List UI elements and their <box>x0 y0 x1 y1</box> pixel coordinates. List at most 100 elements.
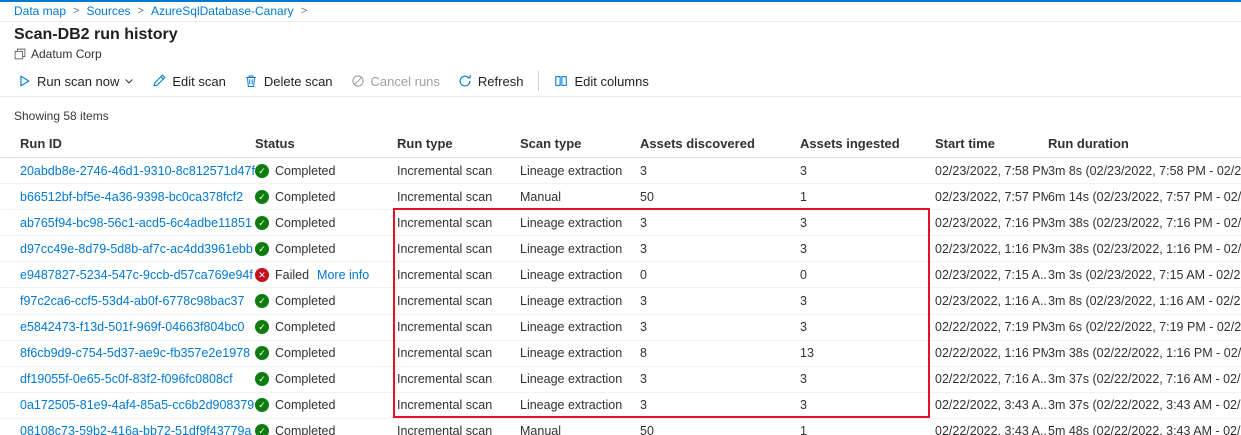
status-success-icon: ✓ <box>255 346 269 360</box>
column-header[interactable]: Run type <box>397 136 520 151</box>
run-id-link[interactable]: df19055f-0e65-5c0f-83f2-f096fc0808cf <box>20 372 233 386</box>
status-label: Completed <box>275 346 335 360</box>
run-id-link[interactable]: 20abdb8e-2746-46d1-9310-8c812571d47f <box>20 164 255 178</box>
status-success-icon: ✓ <box>255 372 269 386</box>
run-id-link[interactable]: e5842473-f13d-501f-969f-04663f804bc0 <box>20 320 245 334</box>
status-success-icon: ✓ <box>255 190 269 204</box>
assets-ingested-cell: 3 <box>800 320 935 334</box>
assets-discovered-cell: 0 <box>640 268 800 282</box>
run-scan-now-button[interactable]: Run scan now <box>8 70 143 92</box>
status-cell: ✕ Failed More info <box>255 268 397 282</box>
assets-discovered-cell: 50 <box>640 424 800 435</box>
run-id-link[interactable]: ab765f94-bc98-56c1-acd5-6c4adbe11851 <box>20 216 252 230</box>
run-duration-cell: 3m 37s (02/22/2022, 3:43 AM - 02/22/2022 <box>1048 398 1241 412</box>
column-header[interactable]: Start time <box>935 136 1048 151</box>
status-label: Completed <box>275 216 335 230</box>
column-header[interactable]: Run ID <box>20 136 255 151</box>
table-row: 0a172505-81e9-4af4-85a5-cc6b2d908379✓Com… <box>0 393 1241 419</box>
toolbar-button-label: Delete scan <box>264 74 333 89</box>
run-id-link[interactable]: f97c2ca6-ccf5-53d4-ab0f-6778c98bac37 <box>20 294 244 308</box>
run-id-link[interactable]: b66512bf-bf5e-4a36-9398-bc0ca378fcf2 <box>20 190 243 204</box>
toolbar-button-label: Cancel runs <box>371 74 440 89</box>
toolbar-button-label: Edit scan <box>172 74 225 89</box>
run-type-cell: Incremental scan <box>397 372 520 386</box>
scan-type-cell: Lineage extraction <box>520 216 640 230</box>
status-cell: ✓ Completed <box>255 346 397 360</box>
table-row: 20abdb8e-2746-46d1-9310-8c812571d47f✓Com… <box>0 158 1241 184</box>
chevron-right-icon: > <box>138 5 144 17</box>
column-header[interactable]: Assets ingested <box>800 136 935 151</box>
start-time-cell: 02/23/2022, 1:16 A... <box>935 294 1048 308</box>
edit-scan-button[interactable]: Edit scan <box>143 70 234 92</box>
run-id-cell: 8f6cb9d9-c754-5d37-ae9c-fb357e2e1978 <box>20 346 255 360</box>
refresh-icon <box>458 74 472 88</box>
run-id-cell: e9487827-5234-547c-9ccb-d57ca769e94f <box>20 268 255 282</box>
assets-ingested-cell: 3 <box>800 216 935 230</box>
status-cell: ✓Completed <box>255 424 397 435</box>
edit-columns-button[interactable]: Edit columns <box>545 70 657 92</box>
assets-discovered-cell: 3 <box>640 372 800 386</box>
status-cell: ✓Completed <box>255 164 397 178</box>
scan-type-cell: Lineage extraction <box>520 294 640 308</box>
toolbar-button-label: Edit columns <box>574 74 648 89</box>
assets-ingested-cell: 3 <box>800 242 935 256</box>
run-type-cell: Incremental scan <box>397 190 520 204</box>
status-success-icon: ✓ <box>255 242 269 256</box>
toolbar-button-label: Run scan now <box>37 74 119 89</box>
start-time-cell: 02/23/2022, 7:16 PM <box>935 216 1048 230</box>
status-label: Completed <box>275 164 335 178</box>
chevron-down-icon <box>124 76 134 86</box>
column-header[interactable]: Scan type <box>520 136 640 151</box>
start-time-cell: 02/22/2022, 3:43 A... <box>935 398 1048 412</box>
table-header: Run IDStatusRun typeScan typeAssets disc… <box>0 131 1241 158</box>
collection-row: Adatum Corp <box>14 47 1227 61</box>
table-row: df19055f-0e65-5c0f-83f2-f096fc0808cf ✓ Com… <box>0 367 1241 393</box>
run-id-link[interactable]: 8f6cb9d9-c754-5d37-ae9c-fb357e2e1978 <box>20 346 250 360</box>
status-label: Completed <box>275 320 335 334</box>
run-id-cell: 08108c73-59b2-416a-bb72-51df9f43779a <box>20 424 255 435</box>
status-label: Completed <box>275 372 335 386</box>
table-row: b66512bf-bf5e-4a36-9398-bc0ca378fcf2 ✓ Com… <box>0 184 1241 210</box>
run-id-cell: d97cc49e-8d79-5d8b-af7c-ac4dd3961ebb <box>20 242 255 256</box>
table-row: e9487827-5234-547c-9ccb-d57ca769e94f✕ Fai… <box>0 262 1241 288</box>
column-header[interactable]: Status <box>255 136 397 151</box>
more-info-link[interactable]: More info <box>317 268 369 282</box>
delete-scan-button[interactable]: Delete scan <box>235 70 342 92</box>
page-title: Scan-DB2 run history <box>14 26 1227 44</box>
run-id-link[interactable]: e9487827-5234-547c-9ccb-d57ca769e94f <box>20 268 253 282</box>
run-id-link[interactable]: d97cc49e-8d79-5d8b-af7c-ac4dd3961ebb <box>20 242 253 256</box>
toolbar-divider <box>538 71 539 91</box>
breadcrumb-link[interactable]: Sources <box>86 4 130 18</box>
run-type-cell: Incremental scan <box>397 164 520 178</box>
status-label: Completed <box>275 190 335 204</box>
table-row: ab765f94-bc98-56c1-acd5-6c4adbe11851✓Com… <box>0 210 1241 236</box>
run-duration-cell: 6m 14s (02/23/2022, 7:57 PM - 02/23/2022… <box>1048 190 1241 204</box>
scan-type-cell: Lineage extraction <box>520 346 640 360</box>
table-body: 20abdb8e-2746-46d1-9310-8c812571d47f✓Com… <box>0 158 1241 435</box>
status-label: Completed <box>275 398 335 412</box>
run-id-link[interactable]: 0a172505-81e9-4af4-85a5-cc6b2d908379 <box>20 398 254 412</box>
run-id-link[interactable]: 08108c73-59b2-416a-bb72-51df9f43779a <box>20 424 251 435</box>
breadcrumb-link[interactable]: AzureSqlDatabase-Canary <box>151 4 294 18</box>
status-cell: ✓Completed <box>255 216 397 230</box>
assets-discovered-cell: 3 <box>640 398 800 412</box>
status-label: Failed <box>275 268 309 282</box>
run-type-cell: Incremental scan <box>397 268 520 282</box>
refresh-button[interactable]: Refresh <box>449 70 533 92</box>
status-failed-icon: ✕ <box>255 268 269 282</box>
run-duration-cell: 5m 48s (02/22/2022, 3:43 AM - 02/22/2022 <box>1048 424 1241 435</box>
scan-type-cell: Lineage extraction <box>520 268 640 282</box>
breadcrumb-link[interactable]: Data map <box>14 4 66 18</box>
scan-type-cell: Lineage extraction <box>520 372 640 386</box>
scan-type-cell: Lineage extraction <box>520 398 640 412</box>
scan-type-cell: Manual <box>520 424 640 435</box>
collection-name: Adatum Corp <box>31 47 102 61</box>
assets-discovered-cell: 3 <box>640 320 800 334</box>
page-header: Scan-DB2 run history Adatum Corp <box>0 22 1241 61</box>
columns-icon <box>554 74 568 88</box>
column-header[interactable]: Run duration <box>1048 136 1241 151</box>
run-type-cell: Incremental scan <box>397 216 520 230</box>
column-header[interactable]: Assets discovered <box>640 136 800 151</box>
assets-discovered-cell: 3 <box>640 164 800 178</box>
run-duration-cell: 3m 38s (02/23/2022, 1:16 PM - 02/23/2022 <box>1048 242 1241 256</box>
